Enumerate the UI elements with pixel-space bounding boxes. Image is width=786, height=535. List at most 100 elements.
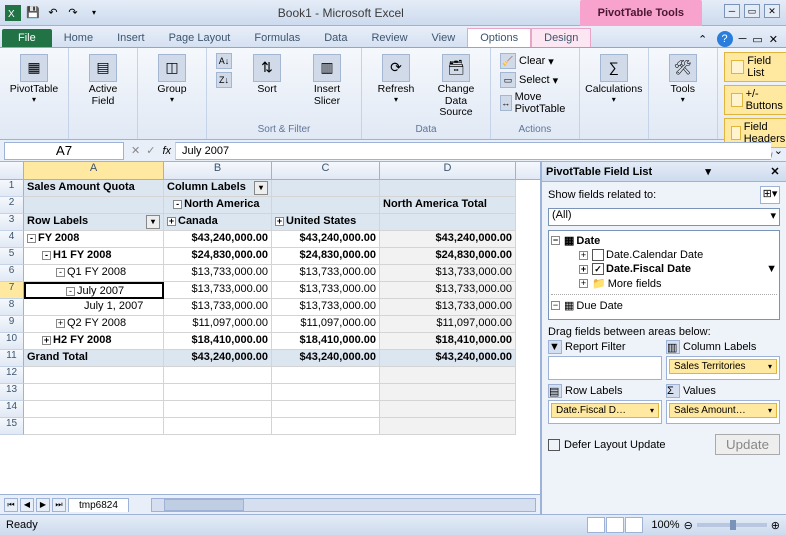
help-icon[interactable]: ?	[717, 31, 733, 47]
row-header[interactable]: 5	[0, 248, 24, 265]
cell-B14[interactable]	[164, 401, 272, 418]
expand-icon[interactable]: +	[275, 217, 284, 226]
row-labels-area[interactable]: Date.Fiscal D…▾	[548, 400, 662, 424]
cell-B10[interactable]: $18,410,000.00	[164, 333, 272, 350]
filter-dropdown-icon[interactable]: ▾	[254, 181, 268, 195]
cell-D8[interactable]: $13,733,000.00	[380, 299, 516, 316]
cell-D9[interactable]: $11,097,000.00	[380, 316, 516, 333]
related-to-select[interactable]: (All)▾	[548, 208, 780, 226]
expand-formula-icon[interactable]: ⌄	[771, 144, 786, 157]
tools-button[interactable]: 🛠Tools▾	[655, 52, 711, 106]
tree-date[interactable]: Date	[576, 235, 600, 247]
change-data-source-button[interactable]: 🗃Change Data Source	[428, 52, 484, 121]
refresh-button[interactable]: ⟳Refresh▾	[368, 52, 424, 106]
tab-formulas[interactable]: Formulas	[242, 29, 312, 47]
row-header[interactable]: 10	[0, 333, 24, 350]
cell-B2[interactable]: -North America	[164, 197, 272, 214]
cell-B8[interactable]: $13,733,000.00	[164, 299, 272, 316]
cell-A4[interactable]: -FY 2008	[24, 231, 164, 248]
tab-file[interactable]: File	[2, 29, 52, 47]
expand-icon[interactable]: +	[167, 217, 176, 226]
cell-B13[interactable]	[164, 384, 272, 401]
sheet-nav-prev[interactable]: ◀	[20, 498, 34, 512]
cell-B1[interactable]: Column Labels▾	[164, 180, 272, 197]
cell-C7[interactable]: $13,733,000.00	[272, 282, 380, 299]
defer-checkbox[interactable]	[548, 439, 560, 451]
collapse-icon[interactable]: −	[551, 301, 560, 310]
sheet-nav-next[interactable]: ▶	[36, 498, 50, 512]
cell-A10[interactable]: +H2 FY 2008	[24, 333, 164, 350]
fx-icon[interactable]: fx	[162, 145, 171, 157]
field-tree[interactable]: −▦ Date +Date.Calendar Date +✓Date.Fisca…	[548, 230, 780, 320]
cell-A3[interactable]: Row Labels▾	[24, 214, 164, 231]
cell-A8[interactable]: July 1, 2007	[24, 299, 164, 316]
zoom-slider[interactable]	[697, 523, 767, 527]
update-button[interactable]: Update	[715, 434, 780, 455]
expand-icon[interactable]: -	[66, 287, 75, 296]
cell-D4[interactable]: $43,240,000.00	[380, 231, 516, 248]
column-chip[interactable]: Sales Territories▾	[669, 359, 777, 374]
restore-button[interactable]: ▭	[744, 4, 760, 18]
cancel-formula-icon[interactable]: ✕	[131, 144, 140, 157]
tab-review[interactable]: Review	[359, 29, 419, 47]
cell-D13[interactable]	[380, 384, 516, 401]
cell-A9[interactable]: +Q2 FY 2008	[24, 316, 164, 333]
row-header[interactable]: 2	[0, 197, 24, 214]
cell-D10[interactable]: $18,410,000.00	[380, 333, 516, 350]
row-header[interactable]: 13	[0, 384, 24, 401]
checkbox-checked[interactable]: ✓	[592, 263, 604, 275]
cell-D2[interactable]: North America Total	[380, 197, 516, 214]
active-field-button[interactable]: ▤Active Field	[75, 52, 131, 109]
column-labels-area[interactable]: Sales Territories▾	[666, 356, 780, 380]
cell-C10[interactable]: $18,410,000.00	[272, 333, 380, 350]
select-all-corner[interactable]	[0, 162, 24, 179]
expand-icon[interactable]: -	[56, 268, 65, 277]
tab-page-layout[interactable]: Page Layout	[157, 29, 243, 47]
cell-C5[interactable]: $24,830,000.00	[272, 248, 380, 265]
filter-dropdown-icon[interactable]: ▾	[146, 215, 160, 229]
horizontal-scrollbar[interactable]	[151, 498, 536, 512]
formula-bar[interactable]: July 2007	[175, 142, 771, 160]
report-filter-area[interactable]	[548, 356, 662, 380]
values-area[interactable]: Sales Amount…▾	[666, 400, 780, 424]
row-header[interactable]: 15	[0, 418, 24, 435]
cell-C13[interactable]	[272, 384, 380, 401]
expand-icon[interactable]: -	[27, 234, 36, 243]
cell-C12[interactable]	[272, 367, 380, 384]
zoom-level[interactable]: 100%	[651, 519, 679, 531]
cell-D14[interactable]	[380, 401, 516, 418]
sort-button[interactable]: ⇅Sort	[239, 52, 295, 98]
redo-icon[interactable]: ↷	[64, 4, 82, 22]
pivottable-button[interactable]: ▦PivotTable▾	[6, 52, 62, 106]
filter-icon[interactable]: ▼	[766, 263, 777, 275]
col-header-b[interactable]: B	[164, 162, 272, 179]
cell-A15[interactable]	[24, 418, 164, 435]
sort-asc-button[interactable]: A↓	[213, 52, 235, 70]
cell-B7[interactable]: $13,733,000.00	[164, 282, 272, 299]
expand-icon[interactable]: +	[579, 279, 588, 288]
select-button[interactable]: ▭Select ▾	[497, 71, 573, 89]
cell-A14[interactable]	[24, 401, 164, 418]
cell-B11[interactable]: $43,240,000.00	[164, 350, 272, 367]
tree-fiscal-date[interactable]: Date.Fiscal Date	[606, 263, 691, 275]
row-header[interactable]: 14	[0, 401, 24, 418]
expand-icon[interactable]: +	[579, 265, 588, 274]
insert-slicer-button[interactable]: ▥Insert Slicer	[299, 52, 355, 109]
cell-D5[interactable]: $24,830,000.00	[380, 248, 516, 265]
field-list-toggle[interactable]: Field List	[724, 52, 786, 82]
cell-B6[interactable]: $13,733,000.00	[164, 265, 272, 282]
tab-home[interactable]: Home	[52, 29, 105, 47]
cell-A12[interactable]	[24, 367, 164, 384]
cell-C2[interactable]	[272, 197, 380, 214]
page-layout-view-button[interactable]	[606, 517, 624, 533]
close-button[interactable]: ✕	[764, 4, 780, 18]
cell-B12[interactable]	[164, 367, 272, 384]
qat-dropdown[interactable]	[84, 4, 102, 22]
row-header[interactable]: 9	[0, 316, 24, 333]
expand-icon[interactable]: -	[173, 200, 182, 209]
cell-C14[interactable]	[272, 401, 380, 418]
tab-design[interactable]: Design	[531, 28, 591, 47]
col-header-c[interactable]: C	[272, 162, 380, 179]
cell-A2[interactable]	[24, 197, 164, 214]
row-header[interactable]: 8	[0, 299, 24, 316]
